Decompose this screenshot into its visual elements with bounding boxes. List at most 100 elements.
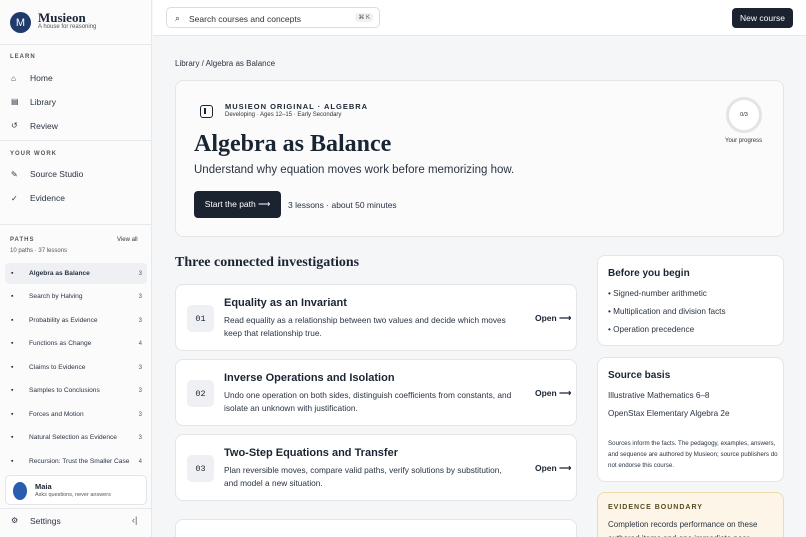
path-icon: ▪ xyxy=(11,270,14,277)
path-label: Functions as Change xyxy=(29,340,92,347)
path-count: 3 xyxy=(138,387,142,394)
path-label: Probability as Evidence xyxy=(29,317,98,324)
maia-subtitle: Asks questions, never answers xyxy=(35,492,111,498)
section-learn: LEARN xyxy=(10,54,36,60)
path-label: Search by Halving xyxy=(29,293,83,300)
before-panel: Before you begin • Signed-number arithme… xyxy=(597,255,784,346)
collapse-sidebar-icon[interactable]: ‹| xyxy=(132,515,137,525)
path-item-probability[interactable]: ▪ Probability as Evidence 3 xyxy=(5,310,147,331)
path-count: 3 xyxy=(138,364,142,371)
path-item-algebra[interactable]: ▪ Algebra as Balance 3 xyxy=(5,263,147,284)
page-subtitle: Understand why equation moves work befor… xyxy=(194,164,515,176)
section-title: Three connected investigations xyxy=(175,255,360,270)
path-icon: ▪ xyxy=(11,293,14,300)
breadcrumb[interactable]: Library / Algebra as Balance xyxy=(175,59,275,68)
path-label: Forces and Motion xyxy=(29,411,84,418)
path-label: Recursion: Trust the Smaller Case xyxy=(29,458,130,465)
path-count: 3 xyxy=(138,270,142,277)
path-label: Samples to Conclusions xyxy=(29,387,100,394)
paths-meta: 10 paths · 37 lessons xyxy=(10,248,68,254)
section-work: YOUR WORK xyxy=(10,151,57,157)
open-link[interactable]: Open ⟶ xyxy=(535,313,571,324)
path-icon: ▪ xyxy=(11,317,14,324)
path-item-natural-selection[interactable]: ▪ Natural Selection as Evidence 3 xyxy=(5,427,147,448)
divider xyxy=(0,140,152,141)
settings-button[interactable]: Settings xyxy=(30,516,61,526)
view-all-link[interactable]: View all xyxy=(117,237,138,243)
maia-card[interactable]: Maia Asks questions, never answers xyxy=(5,475,147,505)
progress-label: Your progress xyxy=(725,138,763,144)
investigation-card[interactable]: 03 Two-Step Equations and Transfer Plan … xyxy=(175,434,577,501)
panel-title: Source basis xyxy=(608,370,671,381)
investigation-number: 03 xyxy=(187,455,214,482)
divider xyxy=(0,508,152,509)
nav-review[interactable]: Review xyxy=(30,121,58,131)
path-item-samples[interactable]: ▪ Samples to Conclusions 3 xyxy=(5,380,147,401)
maia-avatar xyxy=(13,482,27,500)
brand-tagline: A house for reasoning xyxy=(38,24,97,30)
path-label: Claims to Evidence xyxy=(29,364,86,371)
top-bar: ⌕ Search courses and concepts ⌘ K New co… xyxy=(153,0,806,36)
investigation-card[interactable]: 02 Inverse Operations and Isolation Undo… xyxy=(175,359,577,426)
section-paths: PATHS xyxy=(10,237,35,243)
path-icon: ▪ xyxy=(11,434,14,441)
path-item-recursion[interactable]: ▪ Recursion: Trust the Smaller Case 4 xyxy=(5,451,147,472)
book-icon xyxy=(200,105,213,118)
source-item: Illustrative Mathematics 6–8 xyxy=(608,391,710,400)
path-label: Algebra as Balance xyxy=(29,270,90,277)
path-icon: ▪ xyxy=(11,340,14,347)
course-meta: Developing · Ages 12–15 · Early Secondar… xyxy=(225,112,342,118)
path-count: 4 xyxy=(138,340,142,347)
hero-card: MUSIEON ORIGINAL · ALGEBRA Developing · … xyxy=(175,80,784,237)
panel-title: Before you begin xyxy=(608,268,690,279)
next-card xyxy=(175,519,577,537)
search-placeholder: Search courses and concepts xyxy=(189,14,301,24)
path-item-forces[interactable]: ▪ Forces and Motion 3 xyxy=(5,404,147,425)
path-count: 3 xyxy=(138,411,142,418)
path-item-search[interactable]: ▪ Search by Halving 3 xyxy=(5,286,147,307)
open-link[interactable]: Open ⟶ xyxy=(535,388,571,399)
path-icon: ▪ xyxy=(11,387,14,394)
gear-icon: ⚙ xyxy=(11,516,19,525)
search-input[interactable]: ⌕ Search courses and concepts ⌘ K xyxy=(166,7,380,28)
prereq-item: • Signed-number arithmetic xyxy=(608,289,707,298)
library-icon: ▤ xyxy=(11,97,19,106)
home-icon: ⌂ xyxy=(11,74,16,83)
progress-value: 0/3 xyxy=(740,112,748,118)
investigation-card[interactable]: 01 Equality as an Invariant Read equalit… xyxy=(175,284,577,351)
divider xyxy=(0,224,152,225)
path-icon: ▪ xyxy=(11,458,14,465)
nav-library[interactable]: Library xyxy=(30,97,56,107)
investigation-number: 01 xyxy=(187,305,214,332)
path-icon: ▪ xyxy=(11,364,14,371)
prereq-item: • Operation precedence xyxy=(608,325,695,334)
search-icon: ⌕ xyxy=(175,13,181,23)
start-path-button[interactable]: Start the path ⟶ xyxy=(194,191,281,218)
review-icon: ↺ xyxy=(11,121,18,130)
path-item-functions[interactable]: ▪ Functions as Change 4 xyxy=(5,333,147,354)
path-item-claims[interactable]: ▪ Claims to Evidence 3 xyxy=(5,357,147,378)
lessons-meta: 3 lessons · about 50 minutes xyxy=(288,200,397,210)
page-title: Algebra as Balance xyxy=(194,131,392,157)
source-note: Sources inform the facts. The pedagogy, … xyxy=(608,440,778,469)
open-link[interactable]: Open ⟶ xyxy=(535,463,571,474)
progress-ring: 0/3 xyxy=(726,97,762,133)
path-count: 3 xyxy=(138,317,142,324)
source-panel: Source basis Illustrative Mathematics 6–… xyxy=(597,357,784,482)
path-count: 3 xyxy=(138,434,142,441)
prereq-item: • Multiplication and division facts xyxy=(608,307,726,316)
shortcut-hint: ⌘ K xyxy=(355,13,373,22)
new-course-button[interactable]: New course xyxy=(732,8,793,28)
nav-source-studio[interactable]: Source Studio xyxy=(30,169,83,179)
path-icon: ▪ xyxy=(11,411,14,418)
path-count: 4 xyxy=(138,458,142,465)
logo-icon[interactable]: M xyxy=(10,12,31,33)
investigation-title: Two-Step Equations and Transfer xyxy=(224,447,398,459)
sidebar: M Musieon A house for reasoning LEARN ⌂ … xyxy=(0,0,152,537)
maia-name: Maia xyxy=(35,482,52,491)
nav-evidence[interactable]: Evidence xyxy=(30,193,65,203)
nav-home[interactable]: Home xyxy=(30,73,53,83)
evidence-text: Completion records performance on these … xyxy=(608,520,758,537)
course-kicker: MUSIEON ORIGINAL · ALGEBRA xyxy=(225,102,369,111)
investigation-title: Equality as an Invariant xyxy=(224,297,347,309)
